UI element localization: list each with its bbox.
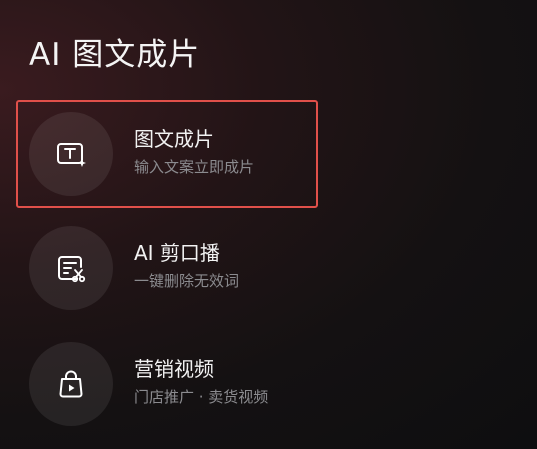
menu-item-title: 营销视频 (134, 357, 214, 381)
menu-item-subtitle: 门店推广 · 卖货视频 (134, 388, 269, 406)
icon-circle (29, 112, 113, 196)
menu-item-subtitle: 输入文案立即成片 (134, 158, 255, 176)
menu-item-ai-cut-script[interactable]: AI 剪口播 一键删除无效词 (16, 214, 318, 322)
page-title: AI 图文成片 (29, 37, 201, 73)
shopping-bag-play-icon (59, 370, 83, 398)
menu-item-subtitle: 一键删除无效词 (134, 272, 240, 290)
menu-item-text-to-video[interactable]: 图文成片 输入文案立即成片 (16, 100, 318, 208)
text-to-video-icon (57, 143, 86, 167)
menu-item-title: 图文成片 (134, 127, 214, 151)
icon-circle (29, 226, 113, 310)
cut-script-icon (58, 256, 86, 283)
icon-circle (29, 342, 113, 426)
menu-item-marketing-video[interactable]: 营销视频 门店推广 · 卖货视频 (16, 330, 318, 438)
menu-item-title: AI 剪口播 (134, 241, 220, 265)
